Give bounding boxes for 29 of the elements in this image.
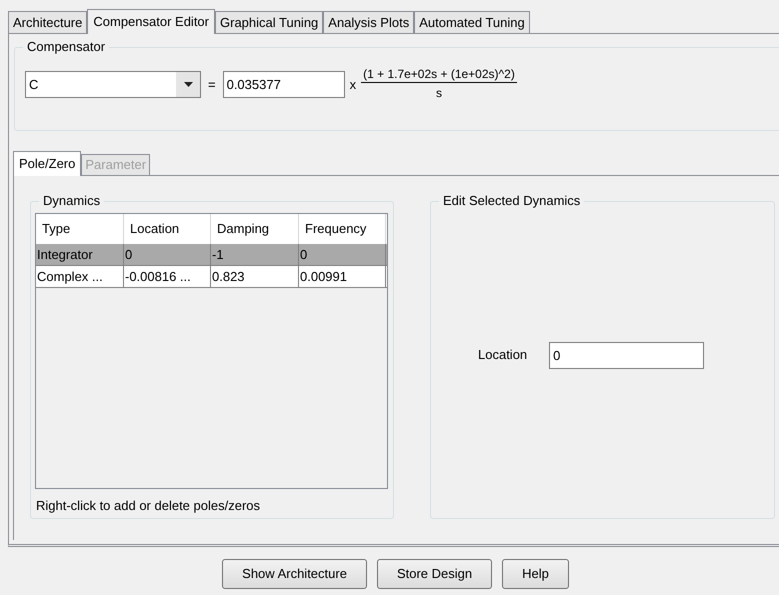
tab[interactable]: Architecture (8, 11, 88, 33)
table-row[interactable]: Complex ... -0.00816 ... 0.823 0.00991 (36, 266, 387, 288)
sub-tab[interactable]: Pole/Zero (13, 151, 82, 176)
tab[interactable]: Graphical Tuning (215, 11, 324, 33)
table-cell: Integrator (36, 244, 124, 265)
table-cell: -1 (211, 244, 299, 265)
table-cell: 0.823 (211, 266, 299, 287)
dialog-button[interactable]: Help (502, 559, 569, 589)
table-cell: -0.00816 ... (124, 266, 211, 287)
times-sign: x (350, 76, 356, 94)
dialog-button[interactable]: Store Design (376, 559, 492, 589)
table-cell: 0.00991 (299, 266, 386, 287)
numerator: (1 + 1.7e+02s + (1e+02s)^2) (361, 66, 517, 83)
denominator: s (436, 85, 442, 102)
compensator-dropdown[interactable]: C (25, 71, 201, 98)
table-row[interactable]: Integrator 0 -1 0 (36, 244, 387, 266)
equals-sign: = (207, 76, 217, 94)
tab[interactable]: Automated Tuning (414, 11, 530, 33)
location-field[interactable]: 0 (549, 342, 704, 368)
gain-field[interactable]: 0.035377 (222, 71, 345, 98)
hint-text: Right-click to add or delete poles/zeros (35, 497, 262, 515)
dialog-button[interactable]: Show Architecture (222, 559, 367, 589)
caret-icon (184, 82, 192, 87)
tab[interactable]: Compensator Editor (87, 9, 215, 34)
tab[interactable]: Analysis Plots (323, 11, 414, 33)
table-cell: 0 (299, 244, 386, 265)
table-cell: Complex ... (36, 266, 124, 287)
table-cell: 0 (124, 244, 211, 265)
field-label: Location (478, 346, 528, 364)
